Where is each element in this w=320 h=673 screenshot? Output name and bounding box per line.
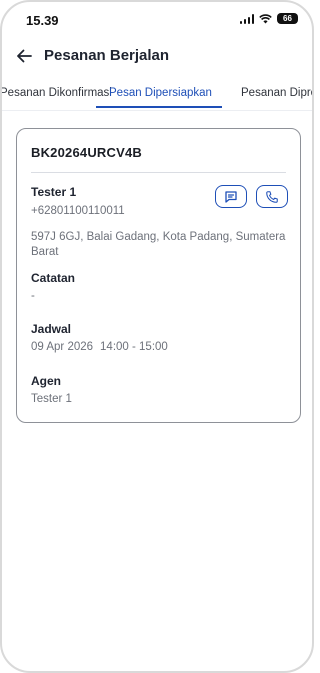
status-time: 15.39 — [26, 13, 59, 28]
card-divider — [31, 172, 286, 173]
agent-value: Tester 1 — [31, 393, 72, 405]
tab-confirmed[interactable]: Pesanan Dikonfirmasi — [2, 87, 112, 99]
back-arrow-icon[interactable] — [15, 47, 33, 65]
schedule-value: 09 Apr 2026 14:00 - 15:00 — [31, 341, 168, 353]
status-icons: 66 — [239, 13, 298, 24]
app-header: Pesanan Berjalan — [2, 42, 312, 72]
signal-icon — [239, 13, 254, 24]
tab-processed[interactable]: Pesanan Diproses — [241, 87, 312, 99]
chat-button[interactable] — [215, 185, 247, 208]
call-button[interactable] — [256, 185, 288, 208]
tab-being-prepared[interactable]: Pesan Dipersiapkan — [109, 87, 212, 99]
page-title: Pesanan Berjalan — [44, 47, 170, 64]
status-bar: 15.39 66 — [2, 2, 312, 38]
active-tab-indicator — [96, 106, 222, 108]
customer-name: Tester 1 — [31, 185, 77, 199]
battery-icon: 66 — [277, 13, 298, 24]
wifi-icon — [259, 13, 272, 23]
customer-address: 597J 6GJ, Balai Gadang, Kota Padang, Sum… — [31, 231, 286, 258]
notes-label: Catatan — [31, 271, 76, 285]
agent-label: Agen — [31, 374, 61, 388]
phone-icon — [266, 190, 278, 203]
schedule-date: 09 Apr 2026 — [31, 341, 94, 353]
phone-screen: 15.39 66 Pesanan Berjalan Pesanan Dikonf… — [0, 0, 314, 673]
notes-value: - — [31, 290, 35, 302]
order-id: BK20264URCV4B — [31, 145, 142, 160]
customer-phone: +62801100110011 — [31, 205, 125, 217]
schedule-label: Jadwal — [31, 322, 72, 336]
chat-icon — [225, 190, 237, 203]
order-card[interactable]: BK20264URCV4B Tester 1 +62801100110011 5… — [16, 128, 301, 423]
schedule-time: 14:00 - 15:00 — [100, 341, 168, 353]
